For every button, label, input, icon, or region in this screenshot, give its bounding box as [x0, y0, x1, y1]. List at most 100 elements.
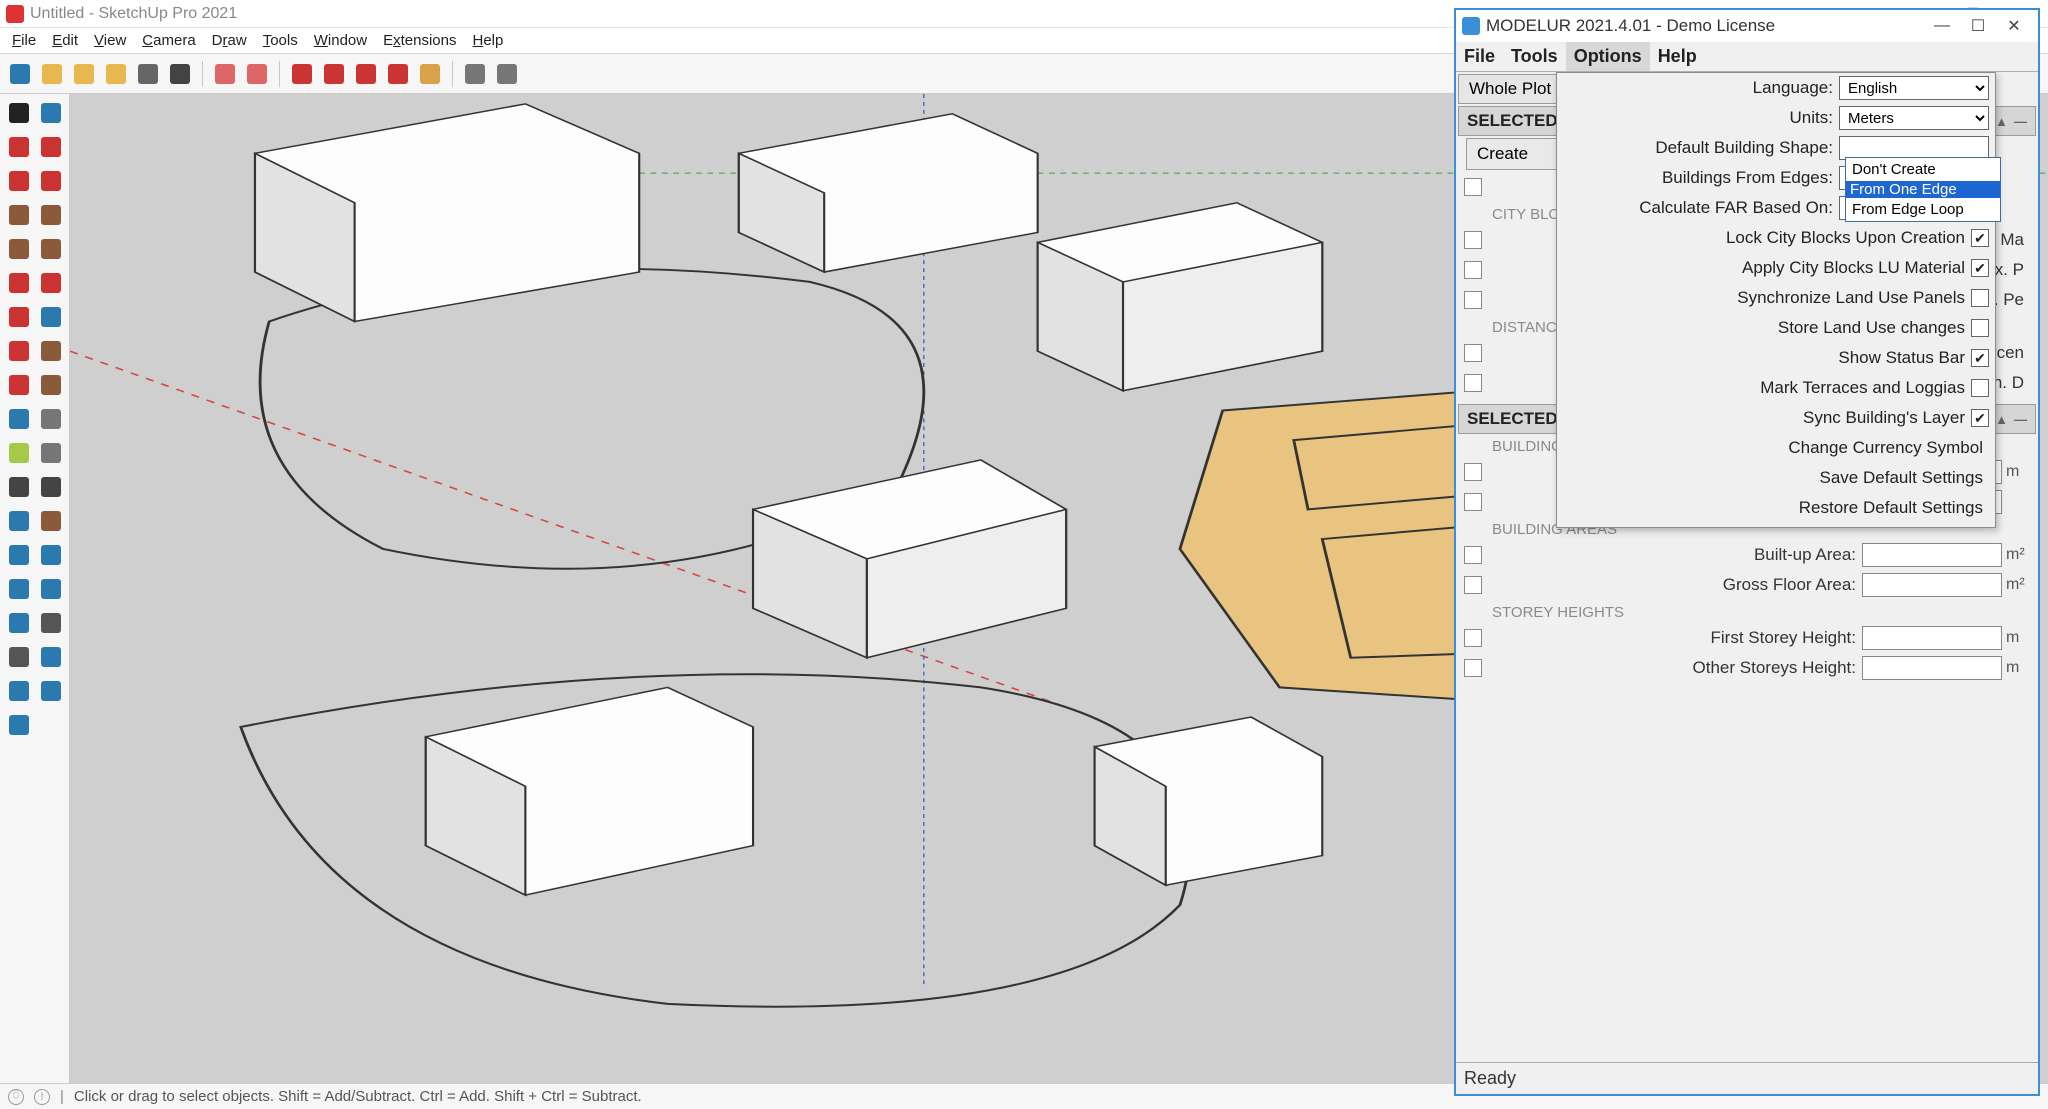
tool-icon[interactable]: [4, 200, 34, 230]
panel-menu-help[interactable]: Help: [1650, 42, 1705, 71]
tool-icon[interactable]: [36, 370, 66, 400]
user-icon[interactable]: ⍥: [8, 1089, 24, 1105]
checkbox[interactable]: [1464, 576, 1482, 594]
tool-icon[interactable]: [4, 404, 34, 434]
tool-icon[interactable]: [384, 60, 412, 88]
tool-icon[interactable]: [36, 234, 66, 264]
lumat-checkbox[interactable]: ✔: [1971, 259, 1989, 277]
tool-icon[interactable]: [243, 60, 271, 88]
edges-option[interactable]: Don't Create: [1846, 158, 2000, 181]
tool-icon[interactable]: [4, 438, 34, 468]
tool-icon[interactable]: [166, 60, 194, 88]
tool-icon[interactable]: [493, 60, 521, 88]
layer-checkbox[interactable]: ✔: [1971, 409, 1989, 427]
first-storey-input[interactable]: [1862, 626, 2002, 650]
tool-icon[interactable]: [70, 60, 98, 88]
change-currency-link[interactable]: Change Currency Symbol: [1563, 438, 1989, 458]
tool-icon[interactable]: [288, 60, 316, 88]
tool-icon[interactable]: [102, 60, 130, 88]
tool-icon[interactable]: [36, 200, 66, 230]
tool-icon[interactable]: [6, 60, 34, 88]
tool-icon[interactable]: [36, 506, 66, 536]
language-select[interactable]: English: [1839, 76, 1989, 100]
checkbox[interactable]: [1464, 493, 1482, 511]
menu-file[interactable]: File: [4, 29, 44, 52]
checkbox[interactable]: [1464, 261, 1482, 279]
tool-icon[interactable]: [4, 608, 34, 638]
tool-icon[interactable]: [320, 60, 348, 88]
checkbox[interactable]: [1464, 463, 1482, 481]
edges-option[interactable]: From Edge Loop: [1846, 198, 2000, 221]
tool-icon[interactable]: [4, 336, 34, 366]
panel-menu-file[interactable]: File: [1456, 42, 1503, 71]
store-checkbox[interactable]: [1971, 319, 1989, 337]
tool-icon[interactable]: [36, 132, 66, 162]
tool-icon[interactable]: [461, 60, 489, 88]
tool-icon[interactable]: [4, 166, 34, 196]
edges-option-selected[interactable]: From One Edge: [1846, 181, 2000, 198]
collapse-icon[interactable]: ▲: [1995, 114, 2008, 129]
menu-help[interactable]: Help: [465, 29, 512, 52]
statusbar-checkbox[interactable]: ✔: [1971, 349, 1989, 367]
tool-icon[interactable]: [416, 60, 444, 88]
checkbox[interactable]: [1464, 546, 1482, 564]
menu-window[interactable]: Window: [306, 29, 375, 52]
checkbox[interactable]: [1464, 374, 1482, 392]
tool-icon[interactable]: [36, 336, 66, 366]
checkbox[interactable]: [1464, 178, 1482, 196]
menu-tools[interactable]: Tools: [255, 29, 306, 52]
menu-draw[interactable]: Draw: [204, 29, 255, 52]
menu-view[interactable]: View: [86, 29, 134, 52]
tab-whole-plot[interactable]: Whole Plot: [1458, 74, 1562, 104]
save-defaults-link[interactable]: Save Default Settings: [1563, 468, 1989, 488]
tool-icon[interactable]: [352, 60, 380, 88]
tool-icon[interactable]: [4, 642, 34, 672]
checkbox[interactable]: [1464, 231, 1482, 249]
restore-defaults-link[interactable]: Restore Default Settings: [1563, 498, 1989, 518]
tool-icon[interactable]: [134, 60, 162, 88]
checkbox[interactable]: [1464, 629, 1482, 647]
tool-icon[interactable]: [4, 268, 34, 298]
sync-checkbox[interactable]: [1971, 289, 1989, 307]
tool-icon[interactable]: [36, 438, 66, 468]
select-tool-icon[interactable]: [4, 98, 34, 128]
tool-icon[interactable]: [38, 60, 66, 88]
tool-icon[interactable]: [36, 404, 66, 434]
terraces-checkbox[interactable]: [1971, 379, 1989, 397]
tool-icon[interactable]: [4, 540, 34, 570]
lock-checkbox[interactable]: ✔: [1971, 229, 1989, 247]
tool-icon[interactable]: [4, 302, 34, 332]
tool-icon[interactable]: [36, 608, 66, 638]
tool-icon[interactable]: [36, 268, 66, 298]
info-icon[interactable]: !: [34, 1089, 50, 1105]
tool-icon[interactable]: [36, 574, 66, 604]
collapse-icon[interactable]: ▲: [1995, 412, 2008, 427]
tool-icon[interactable]: [36, 472, 66, 502]
panel-menu-tools[interactable]: Tools: [1503, 42, 1566, 71]
checkbox[interactable]: [1464, 291, 1482, 309]
panel-menu-options[interactable]: Options: [1566, 42, 1650, 71]
panel-close-button[interactable]: ✕: [1996, 14, 2032, 38]
tool-icon[interactable]: [4, 710, 34, 740]
tool-icon[interactable]: [36, 98, 66, 128]
menu-edit[interactable]: Edit: [44, 29, 86, 52]
tool-icon[interactable]: [4, 234, 34, 264]
tool-icon[interactable]: [4, 132, 34, 162]
checkbox[interactable]: [1464, 344, 1482, 362]
tool-icon[interactable]: [4, 370, 34, 400]
tool-icon[interactable]: [4, 676, 34, 706]
tool-icon[interactable]: [36, 302, 66, 332]
tool-icon[interactable]: [211, 60, 239, 88]
tool-icon[interactable]: [36, 642, 66, 672]
tool-icon[interactable]: [4, 472, 34, 502]
menu-camera[interactable]: Camera: [134, 29, 203, 52]
other-storeys-input[interactable]: [1862, 656, 2002, 680]
menu-extensions[interactable]: Extensions: [375, 29, 464, 52]
panel-minimize-button[interactable]: —: [1924, 14, 1960, 38]
checkbox[interactable]: [1464, 659, 1482, 677]
tool-icon[interactable]: [36, 540, 66, 570]
builtup-area-input[interactable]: [1862, 543, 2002, 567]
tool-icon[interactable]: [36, 166, 66, 196]
tool-icon[interactable]: [4, 506, 34, 536]
tool-icon[interactable]: [4, 574, 34, 604]
